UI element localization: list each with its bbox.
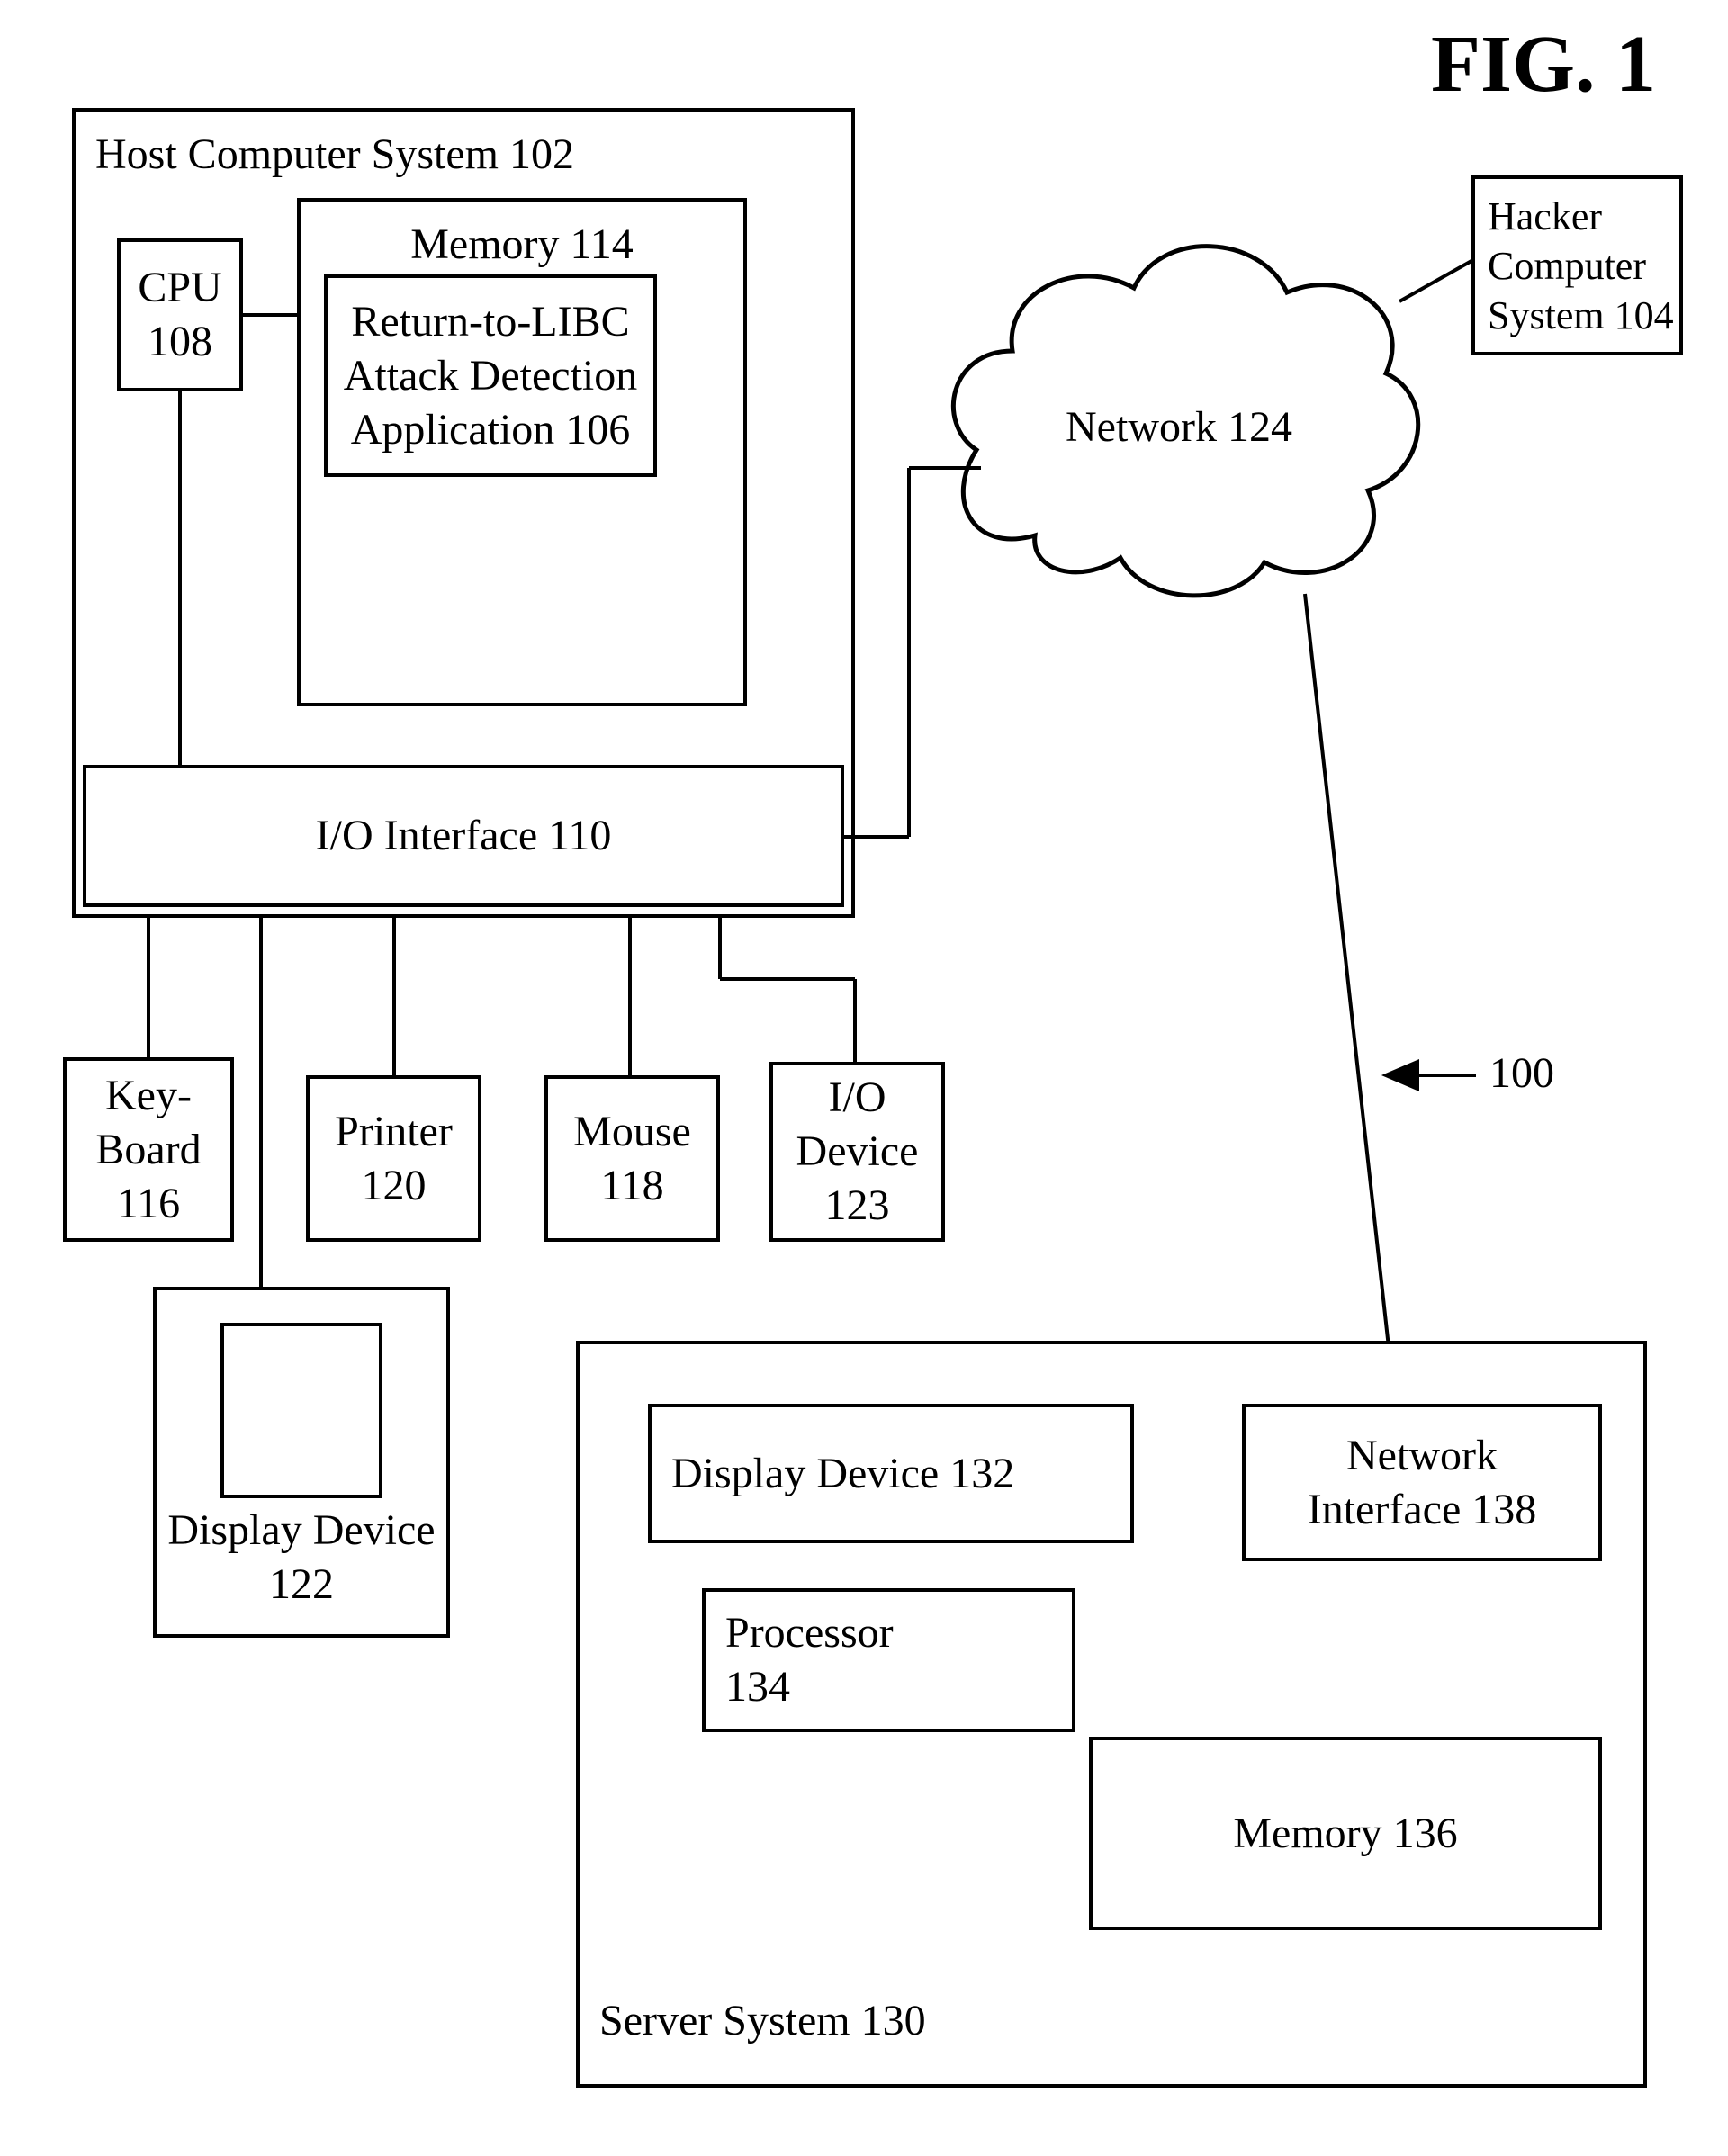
figure-title: FIG. 1 — [1431, 18, 1656, 111]
server-memory-box: Memory 136 — [1089, 1737, 1602, 1930]
server-display-box: Display Device 132 — [648, 1404, 1134, 1543]
io-interface-box: I/O Interface 110 — [83, 765, 844, 907]
figure-ref-label: 100 — [1490, 1048, 1554, 1098]
server-memory-label: Memory 136 — [1233, 1807, 1457, 1861]
app-label: Return-to-LIBC Attack Detection Applicat… — [344, 295, 638, 457]
network-cloud: Network 124 — [927, 193, 1431, 625]
server-processor-box: Processor 134 — [702, 1588, 1076, 1732]
keyboard-label: Key- Board 116 — [95, 1069, 201, 1231]
io-interface-label: I/O Interface 110 — [316, 809, 612, 863]
server-system-label: Server System 130 — [599, 1994, 926, 2048]
printer-box: Printer 120 — [306, 1075, 482, 1242]
hacker-box: Hacker Computer System 104 — [1472, 175, 1683, 355]
display-screen — [220, 1323, 382, 1498]
network-label: Network 124 — [1066, 403, 1292, 451]
mouse-label: Mouse 118 — [573, 1105, 691, 1213]
cpu-label: CPU 108 — [138, 261, 221, 369]
memory-label: Memory 114 — [320, 218, 724, 272]
io-device-box: I/O Device 123 — [770, 1062, 945, 1242]
keyboard-box: Key- Board 116 — [63, 1057, 234, 1242]
printer-label: Printer 120 — [335, 1105, 453, 1213]
server-netif-label: Network Interface 138 — [1308, 1429, 1537, 1537]
hacker-label: Hacker Computer System 104 — [1488, 192, 1674, 340]
display-device-label: Display Device 122 — [167, 1504, 435, 1612]
server-netif-box: Network Interface 138 — [1242, 1404, 1602, 1561]
mouse-box: Mouse 118 — [544, 1075, 720, 1242]
app-box: Return-to-LIBC Attack Detection Applicat… — [324, 274, 657, 477]
cpu-box: CPU 108 — [117, 238, 243, 391]
io-device-label: I/O Device 123 — [796, 1071, 919, 1233]
server-display-label: Display Device 132 — [671, 1447, 1014, 1501]
server-processor-label: Processor 134 — [725, 1606, 894, 1714]
host-system-label: Host Computer System 102 — [95, 128, 574, 182]
